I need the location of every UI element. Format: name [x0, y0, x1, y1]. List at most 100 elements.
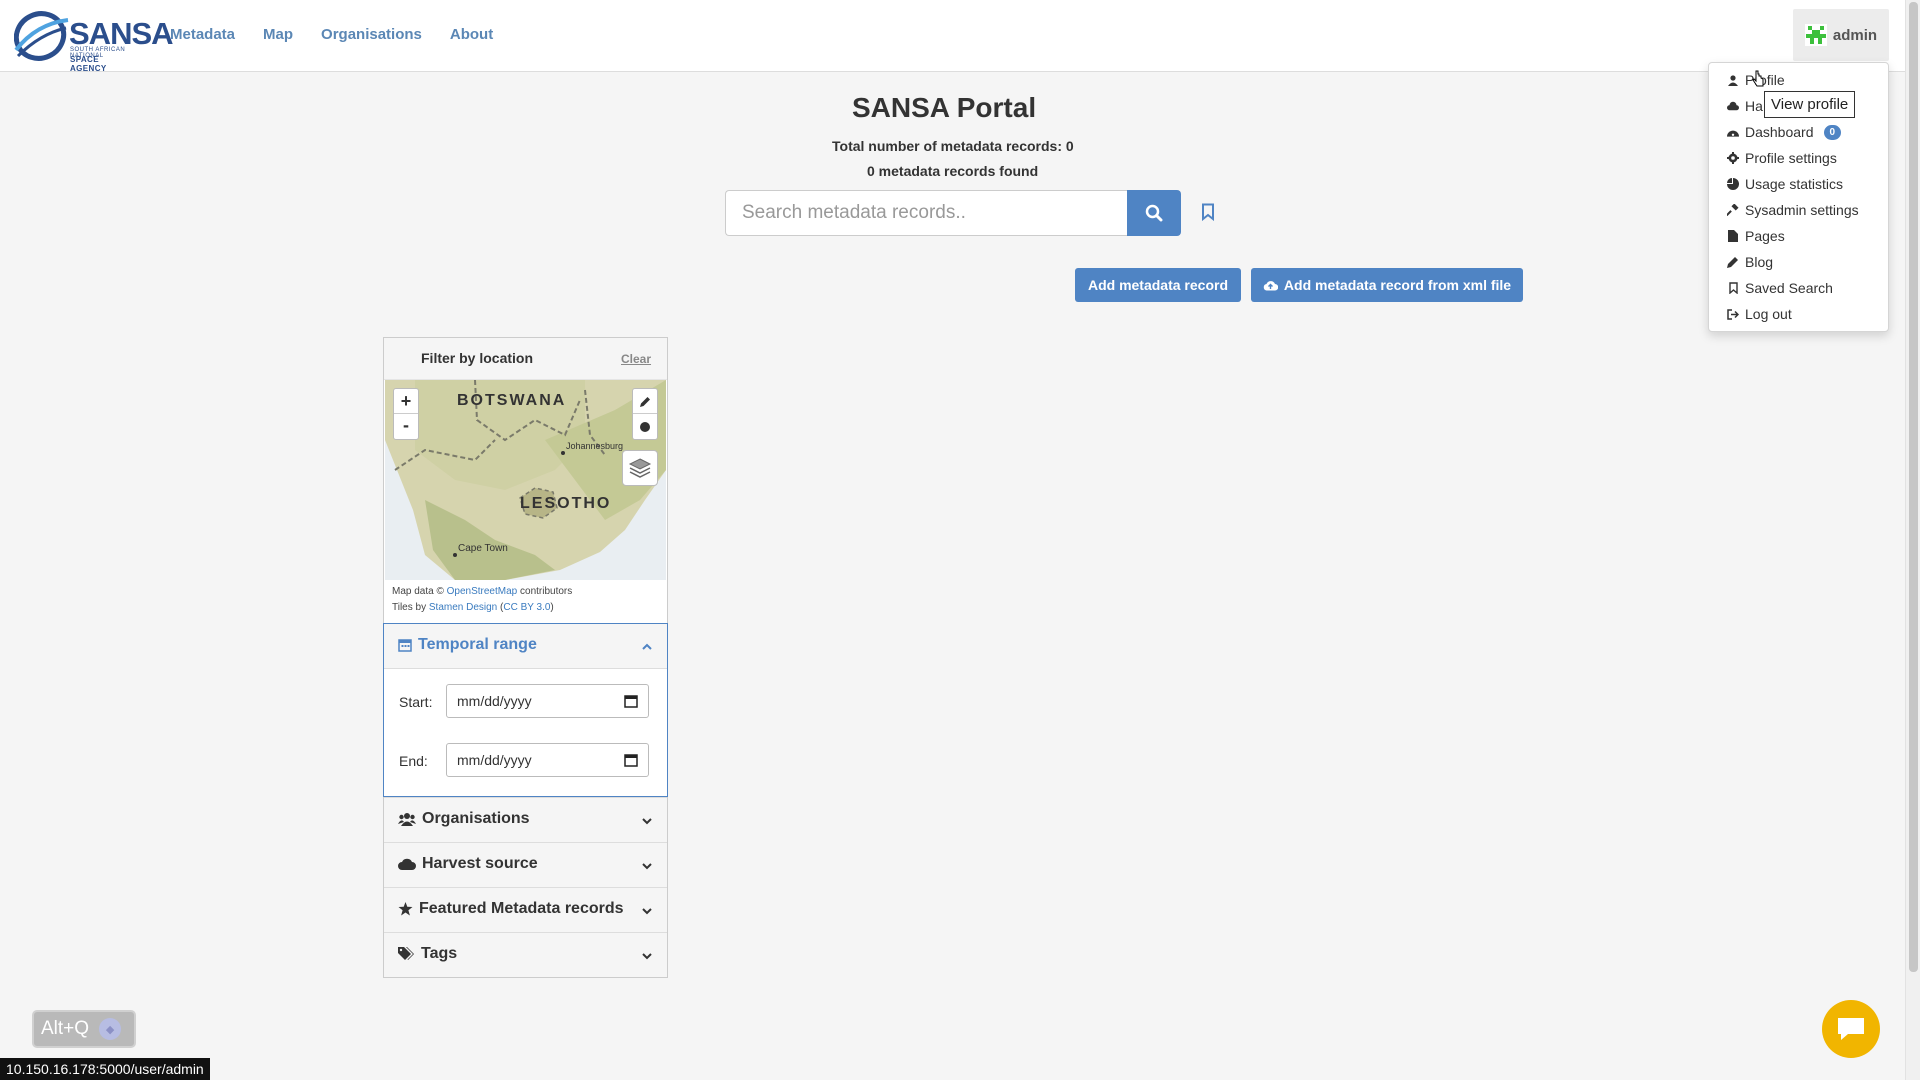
page-scrollbar[interactable] [1905, 0, 1920, 1080]
facet-featured-metadata[interactable]: Featured Metadata records [384, 887, 667, 932]
nav-about[interactable]: About [450, 26, 493, 43]
button-label: Add metadata record from xml file [1283, 277, 1512, 293]
map-attribution-data: Map data © OpenStreetMap contributors [392, 586, 572, 597]
menu-item-pages[interactable]: Pages [1727, 227, 1785, 245]
facet-label: Harvest source [422, 855, 538, 872]
records-found-count: 0 metadata records found [867, 163, 1039, 179]
calendar-picker-icon[interactable] [624, 753, 638, 767]
alt-q-shortcut-widget[interactable]: Alt+Q ◆ [32, 1010, 136, 1048]
menu-item-harvest[interactable]: Ha [1727, 97, 1763, 115]
temporal-range-section: Temporal range Start: mm/dd/yyyy End: mm… [383, 623, 668, 797]
openstreetmap-link[interactable]: OpenStreetMap [447, 586, 518, 597]
chevron-down-icon [642, 818, 652, 825]
layers-icon [628, 458, 652, 478]
map-label-johannesburg: Johannesburg [566, 441, 624, 451]
calendar-icon [398, 639, 412, 652]
facet-title: Organisations [398, 810, 530, 828]
start-date-value: mm/dd/yyyy [457, 693, 532, 709]
temporal-range-title: Temporal range [398, 636, 537, 654]
add-metadata-from-xml-button[interactable]: Add metadata record from xml file [1251, 268, 1523, 302]
facet-harvest-source[interactable]: Harvest source [384, 842, 667, 887]
stamen-design-link[interactable]: Stamen Design [429, 602, 497, 613]
status-bar-url: 10.150.16.178:5000/user/admin [0, 1058, 210, 1080]
menu-item-label: Sysadmin settings [1745, 202, 1859, 218]
chat-bubble-icon [1838, 1018, 1864, 1040]
users-icon [398, 813, 416, 826]
facet-title: Tags [398, 945, 457, 963]
layers-button[interactable] [622, 450, 658, 486]
facet-title: Featured Metadata records [398, 900, 624, 918]
filter-location-header: Filter by location Clear [384, 338, 667, 380]
pencil-icon [639, 396, 650, 407]
dashboard-icon [1727, 126, 1739, 138]
menu-item-profile-settings[interactable]: Profile settings [1727, 149, 1837, 167]
user-icon [1727, 74, 1739, 86]
chevron-down-icon [642, 908, 652, 915]
facet-label: Tags [421, 945, 458, 962]
attribution-text: Tiles by [392, 602, 429, 613]
map-label-botswana: BOTSWANA [457, 392, 567, 409]
facet-label: Featured Metadata records [419, 900, 624, 917]
clear-location-link[interactable]: Clear [621, 352, 651, 366]
cc-by-link[interactable]: CC BY 3.0 [503, 602, 550, 613]
facet-title: Harvest source [398, 855, 538, 873]
cloud-upload-icon [1263, 281, 1278, 291]
menu-item-sysadmin-settings[interactable]: Sysadmin settings [1727, 201, 1859, 219]
user-menu-button[interactable]: admin [1793, 9, 1889, 61]
facet-label: Organisations [422, 810, 530, 827]
search-button[interactable] [1127, 190, 1181, 236]
profile-tooltip: View profile [1764, 91, 1856, 118]
draw-point-button[interactable] [633, 414, 657, 439]
menu-item-label: Pages [1745, 228, 1785, 244]
gavel-icon [1727, 204, 1739, 216]
chevron-up-icon [642, 643, 652, 650]
draw-rectangle-button[interactable] [633, 389, 657, 414]
zoom-control: + - [393, 388, 419, 440]
menu-item-label: Log out [1745, 306, 1792, 322]
start-date-input[interactable]: mm/dd/yyyy [446, 684, 649, 718]
logo-subtitle-2: SPACE AGENCY [70, 55, 107, 73]
map-attribution-tiles: Tiles by Stamen Design (CC BY 3.0) [392, 602, 554, 613]
sansa-logo[interactable]: SANSA SOUTH AFRICAN NATIONAL SPACE AGENC… [13, 10, 174, 73]
chat-button[interactable] [1822, 1000, 1880, 1058]
zoom-in-button[interactable]: + [394, 389, 418, 414]
search-input[interactable]: Search metadata records.. [725, 190, 1128, 236]
zoom-out-button[interactable]: - [394, 414, 418, 439]
map-label-cape-town: Cape Town [458, 543, 508, 554]
facet-organisations[interactable]: Organisations [384, 797, 667, 842]
menu-item-label: Profile settings [1745, 150, 1837, 166]
nav-organisations[interactable]: Organisations [321, 26, 422, 43]
tags-icon [398, 947, 414, 960]
end-date-label: End: [399, 753, 428, 769]
scrollbar-thumb[interactable] [1909, 2, 1918, 972]
menu-item-log-out[interactable]: Log out [1727, 305, 1792, 323]
save-search-bookmark-icon[interactable] [1201, 203, 1215, 221]
attribution-text: ) [550, 602, 554, 613]
user-avatar-icon [1804, 24, 1827, 46]
file-icon [1727, 230, 1739, 242]
bookmark-icon [1727, 282, 1739, 294]
location-map[interactable]: BOTSWANA Johannesburg LESOTHO Cape Town … [385, 380, 666, 580]
menu-item-saved-search[interactable]: Saved Search [1727, 279, 1833, 297]
gear-icon [1727, 152, 1739, 164]
nav-metadata[interactable]: Metadata [170, 26, 235, 43]
menu-item-usage-statistics[interactable]: Usage statistics [1727, 175, 1843, 193]
menu-item-blog[interactable]: Blog [1727, 253, 1773, 271]
menu-item-label: Ha [1745, 98, 1763, 114]
facet-tags[interactable]: Tags [384, 932, 667, 977]
shortcut-label: Alt+Q [41, 1018, 90, 1039]
calendar-picker-icon[interactable] [624, 694, 638, 708]
temporal-range-label: Temporal range [418, 636, 537, 653]
filter-location-title: Filter by location [421, 350, 534, 366]
page-title: SANSA Portal [852, 92, 1037, 123]
nav-map[interactable]: Map [263, 26, 293, 43]
menu-item-dashboard[interactable]: Dashboard 0 [1727, 123, 1842, 141]
top-header: SANSA SOUTH AFRICAN NATIONAL SPACE AGENC… [0, 0, 1905, 73]
add-metadata-record-button[interactable]: Add metadata record [1075, 268, 1241, 302]
attribution-text: contributors [517, 586, 573, 597]
end-date-input[interactable]: mm/dd/yyyy [446, 743, 649, 777]
menu-item-label: Blog [1745, 254, 1774, 270]
user-name: admin [1832, 26, 1878, 44]
hand-cursor-icon [1752, 70, 1764, 87]
temporal-range-header[interactable]: Temporal range [384, 624, 667, 669]
